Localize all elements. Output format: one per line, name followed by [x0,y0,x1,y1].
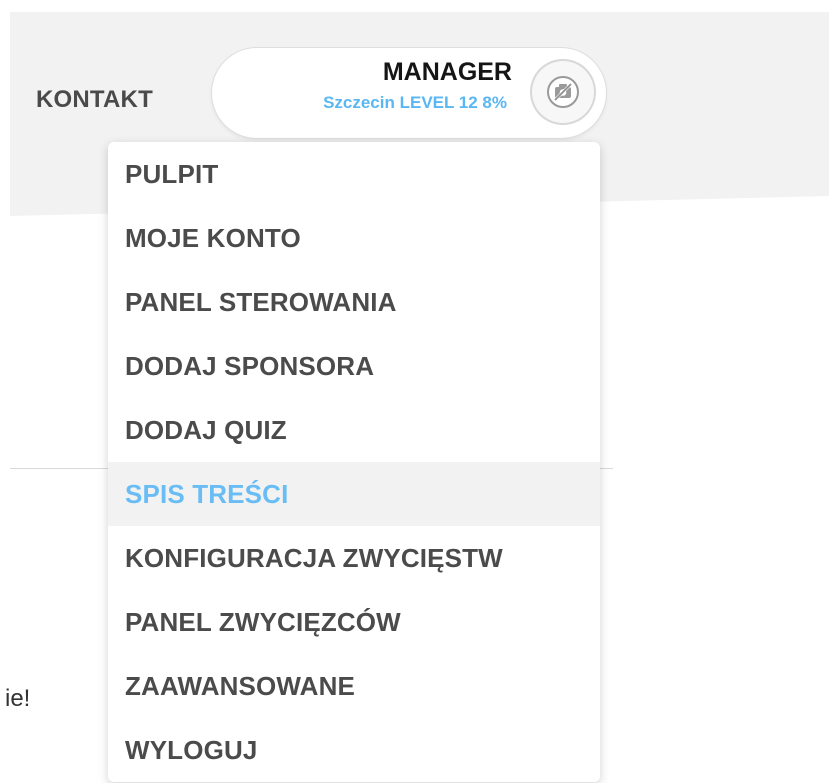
user-role: MANAGER [382,58,512,86]
menu-item-dodaj-sponsora[interactable]: DODAJ SPONSORA [108,334,600,398]
menu-item-moje-konto[interactable]: MOJE KONTO [108,206,600,270]
avatar[interactable] [530,59,596,125]
menu-item-wyloguj[interactable]: WYLOGUJ [108,718,600,782]
user-profile-pill[interactable]: MANAGER Szczecin LEVEL 12 8% [212,48,606,138]
menu-item-konfiguracja-zwyciestw[interactable]: KONFIGURACJA ZWYCIĘSTW [108,526,600,590]
user-location-level: Szczecin LEVEL 12 8% [323,93,507,112]
partial-page-text: ie! [5,685,31,712]
menu-item-pulpit[interactable]: PULPIT [108,142,600,206]
nav-link-contact[interactable]: KONTAKT [36,86,153,114]
menu-item-panel-sterowania[interactable]: PANEL STEROWANIA [108,270,600,334]
user-dropdown-menu: PULPIT MOJE KONTO PANEL STEROWANIA DODAJ… [108,142,600,782]
menu-item-dodaj-quiz[interactable]: DODAJ QUIZ [108,398,600,462]
menu-item-spis-tresci[interactable]: SPIS TREŚCI [108,462,600,526]
menu-item-panel-zwyciezcow[interactable]: PANEL ZWYCIĘZCÓW [108,590,600,654]
camera-off-icon [547,76,579,108]
menu-item-zaawansowane[interactable]: ZAAWANSOWANE [108,654,600,718]
